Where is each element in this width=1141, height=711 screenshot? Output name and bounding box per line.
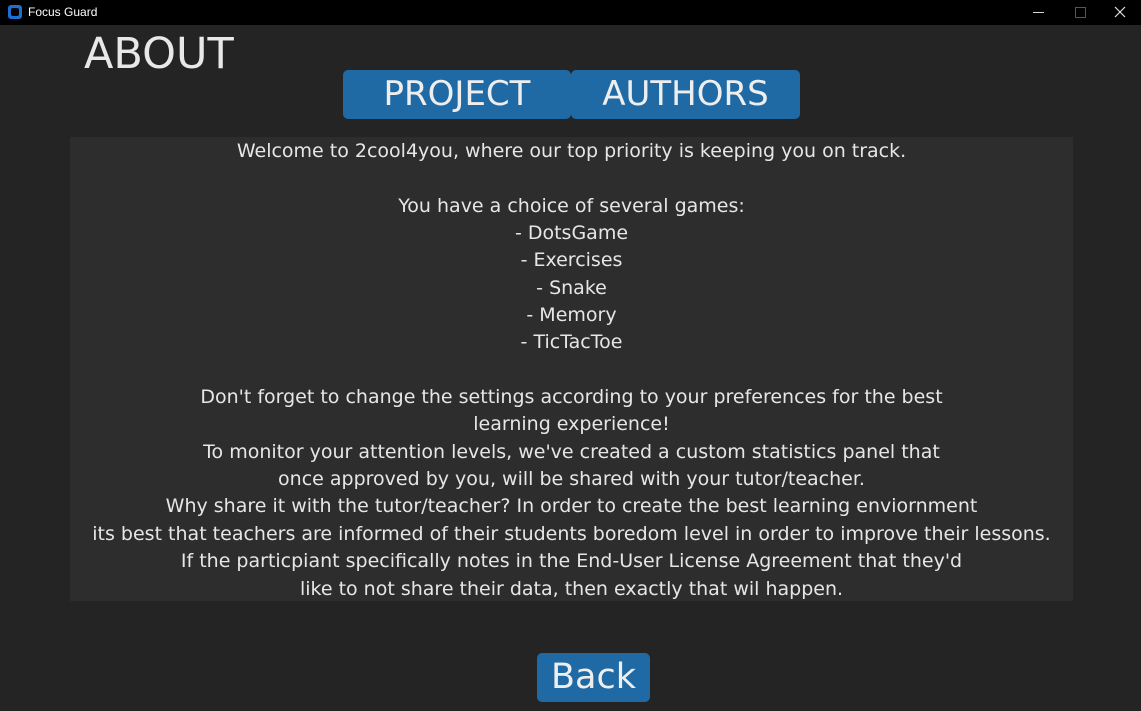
about-text-panel: Welcome to 2cool4you, where our top prio… [70, 137, 1073, 601]
back-button[interactable]: Back [537, 653, 650, 702]
close-icon[interactable] [1100, 0, 1140, 25]
about-text: Welcome to 2cool4you, where our top prio… [92, 140, 1051, 600]
page-title: ABOUT [84, 29, 234, 79]
tab-project[interactable]: PROJECT [343, 70, 571, 119]
app-icon [8, 5, 22, 19]
window-title: Focus Guard [28, 5, 98, 19]
window-titlebar[interactable]: Focus Guard [0, 0, 1141, 25]
app-window: Focus Guard ABOUT PROJECT AUTHORS Welcom… [0, 0, 1141, 711]
tab-authors[interactable]: AUTHORS [571, 70, 800, 119]
maximize-icon[interactable] [1060, 0, 1100, 25]
minimize-icon[interactable] [1019, 0, 1059, 25]
